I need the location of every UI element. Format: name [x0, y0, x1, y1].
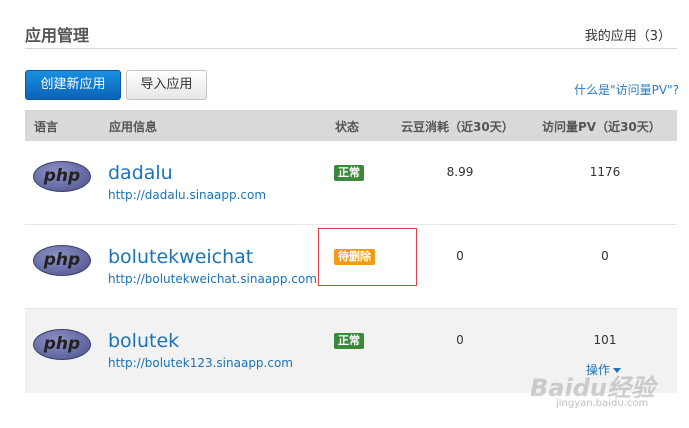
pv-value: 101	[593, 333, 617, 347]
pv-value: 1176	[589, 165, 621, 179]
app-url-link[interactable]: http://bolutekweichat.sinaapp.com	[108, 272, 317, 286]
php-logo-icon: php	[33, 161, 91, 192]
php-logo-icon: php	[33, 329, 91, 360]
create-app-button[interactable]: 创建新应用	[25, 70, 121, 100]
pv-help-link[interactable]: 什么是"访问量PV"?	[574, 81, 679, 98]
table-row: php dadalu http://dadalu.sinaapp.com 正常 …	[25, 141, 677, 225]
column-header-cost: 云豆消耗（近30天）	[401, 120, 514, 134]
column-header-language: 语言	[34, 120, 59, 134]
annotation-highlight-box	[318, 228, 417, 286]
status-badge: 正常	[334, 165, 364, 181]
column-header-pv: 访问量PV（近30天）	[542, 120, 661, 134]
app-name-link[interactable]: dadalu	[108, 162, 173, 184]
cost-value: 0	[456, 333, 464, 347]
table-header: 语言 应用信息 状态 云豆消耗（近30天） 访问量PV（近30天）	[25, 110, 677, 141]
pv-value: 0	[601, 249, 609, 263]
app-url-link[interactable]: http://dadalu.sinaapp.com	[108, 188, 266, 202]
my-apps-count: 我的应用（3）	[584, 29, 671, 44]
php-logo-icon: php	[33, 245, 91, 276]
cost-value: 8.99	[446, 165, 474, 179]
column-header-status: 状态	[335, 120, 360, 134]
column-header-app-info: 应用信息	[109, 120, 158, 134]
app-name-link[interactable]: bolutekweichat	[108, 246, 253, 268]
import-app-button[interactable]: 导入应用	[126, 70, 207, 100]
watermark-url: jingyan.baidu.com	[556, 398, 649, 409]
app-url-link[interactable]: http://bolutek123.sinaapp.com	[108, 356, 293, 370]
cost-value: 0	[456, 249, 464, 263]
title-divider	[25, 48, 677, 49]
page-title: 应用管理	[25, 26, 90, 45]
status-badge: 正常	[334, 333, 364, 349]
app-name-link[interactable]: bolutek	[108, 330, 179, 352]
